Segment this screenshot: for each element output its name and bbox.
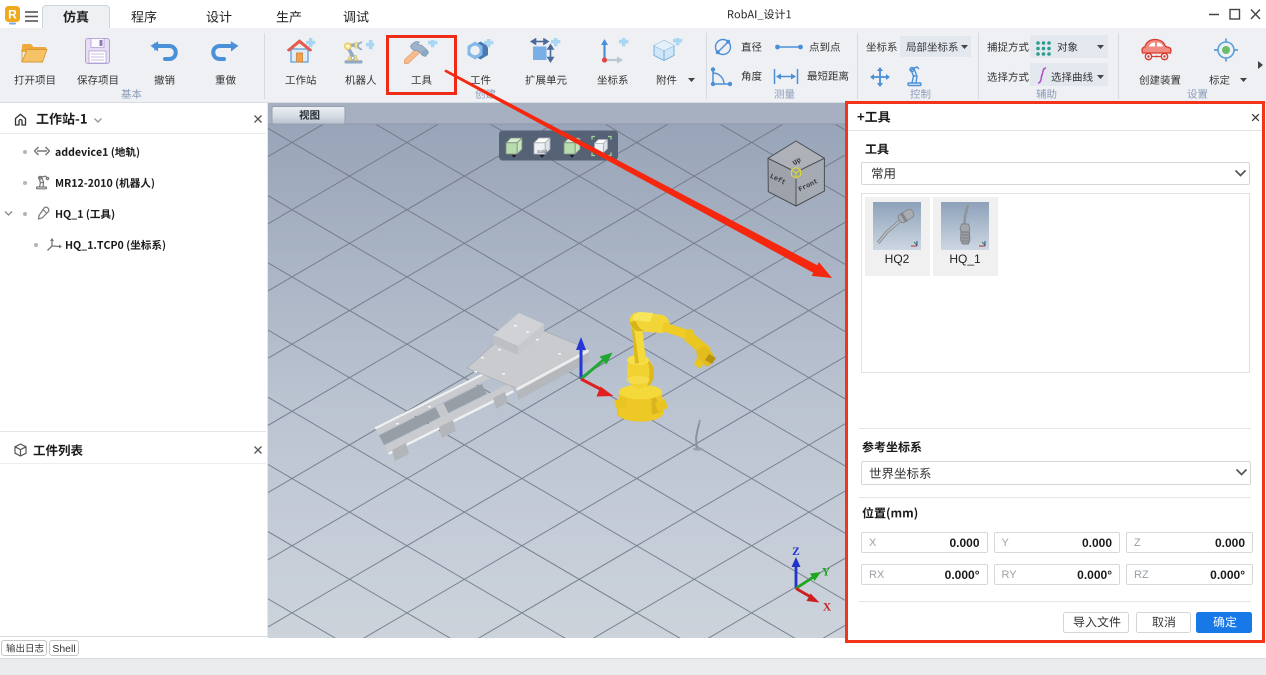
svg-text:Solid: Solid [537,149,548,154]
svg-text:Z: Z [792,546,800,558]
svg-text:R: R [8,8,17,22]
svg-text:X: X [823,602,832,614]
svg-text:Y: Y [822,567,831,579]
